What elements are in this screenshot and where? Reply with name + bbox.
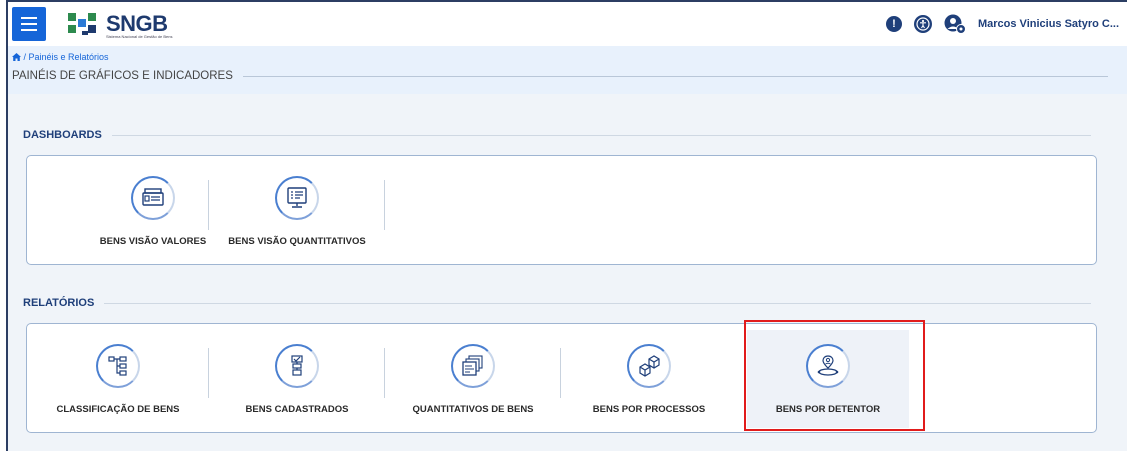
app-logo[interactable]: SNGB Sistema Nacional de Gestão de Bens [68,7,172,41]
user-name[interactable]: Marcos Vinicius Satyro C... [978,18,1119,30]
section-divider [111,134,1091,136]
dashboards-card: BENS VISÃO VALORES BENS VISÃO QUANTITATI… [26,155,1097,265]
page-title: PAINÉIS DE GRÁFICOS E INDICADORES [12,70,233,82]
logo-mark-icon [68,13,96,35]
title-divider [242,75,1108,77]
tile-label: BENS VISÃO QUANTITATIVOS [228,236,366,247]
tile-label: CLASSIFICAÇÃO DE BENS [56,404,180,415]
dashboards-section-title: DASHBOARDS [23,129,102,141]
tile-bens-por-detentor[interactable]: BENS POR DETENTOR [747,330,909,428]
tile-classificacao-de-bens[interactable]: CLASSIFICAÇÃO DE BENS [30,324,206,432]
checklist-flow-icon [275,344,319,388]
tile-quantitativos-de-bens[interactable]: QUANTITATIVOS DE BENS [385,324,561,432]
menu-toggle-button[interactable] [12,7,46,41]
tile-label: BENS CADASTRADOS [245,404,349,415]
boxes-icon [627,344,671,388]
tile-label: BENS VISÃO VALORES [99,236,207,247]
page-title-row: PAINÉIS DE GRÁFICOS E INDICADORES [12,70,1108,82]
header-actions: ! Marcos Vinicius Satyro C... [885,2,1119,46]
page-header: / Painéis e Relatórios PAINÉIS DE GRÁFIC… [8,46,1127,94]
monitor-list-icon [275,176,319,220]
user-settings-icon[interactable] [944,14,966,34]
dashboards-section-header: DASHBOARDS [23,129,1091,141]
tile-label: QUANTITATIVOS DE BENS [412,404,534,415]
info-icon[interactable]: ! [885,16,902,32]
app-header: SNGB Sistema Nacional de Gestão de Bens … [8,2,1127,46]
tile-divider [384,180,385,230]
accessibility-icon[interactable] [913,15,932,33]
section-divider [104,302,1091,304]
person-location-icon [806,344,850,388]
money-stack-icon [131,176,175,220]
tile-bens-cadastrados[interactable]: BENS CADASTRADOS [209,324,385,432]
relatorios-card: CLASSIFICAÇÃO DE BENS BENS CADASTRADOS Q… [26,323,1097,433]
relatorios-section-header: RELATÓRIOS [23,297,1091,309]
logo-text: SNGB [106,11,168,36]
breadcrumb: / Painéis e Relatórios [12,52,109,62]
logo-subtitle: Sistema Nacional de Gestão de Bens [106,34,173,39]
tile-label: BENS POR PROCESSOS [592,404,706,415]
hierarchy-icon [96,344,140,388]
tile-bens-por-processos[interactable]: BENS POR PROCESSOS [561,324,737,432]
stacked-windows-icon [451,344,495,388]
relatorios-section-title: RELATÓRIOS [23,297,95,309]
home-icon[interactable] [12,52,24,62]
tile-bens-visao-quantitativos[interactable]: BENS VISÃO QUANTITATIVOS [209,156,385,264]
breadcrumb-current[interactable]: / Painéis e Relatórios [24,52,109,62]
tile-label: BENS POR DETENTOR [775,404,881,415]
page: SNGB Sistema Nacional de Gestão de Bens … [0,0,1127,451]
